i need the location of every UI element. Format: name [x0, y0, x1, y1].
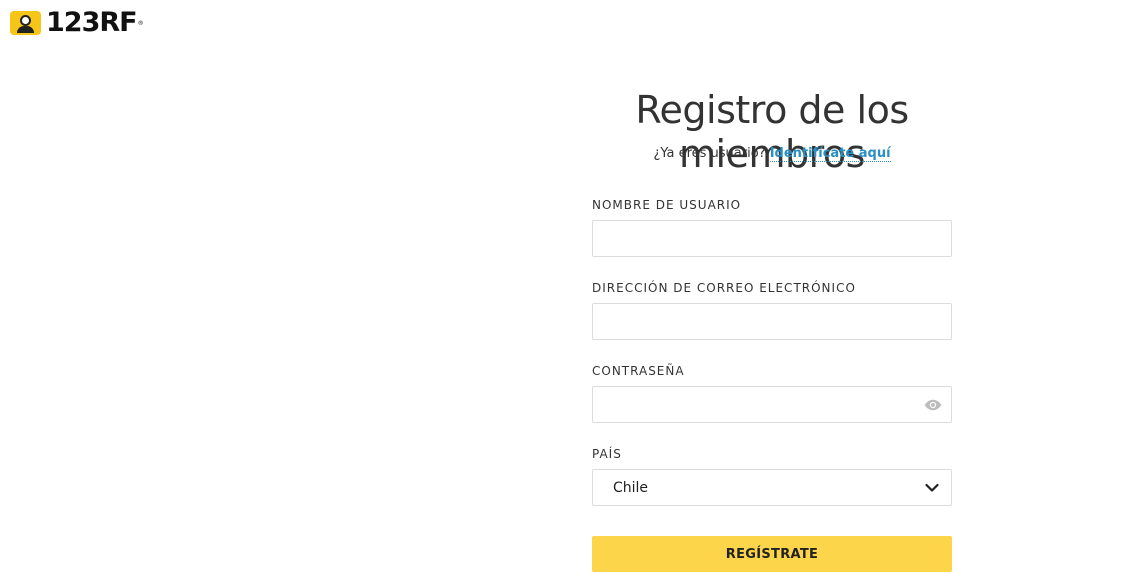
- logo-text: 123RF: [46, 7, 138, 38]
- username-group: NOMBRE DE USUARIO: [592, 196, 952, 257]
- logo[interactable]: 123RF ®: [10, 7, 144, 38]
- password-input[interactable]: [593, 387, 951, 422]
- email-group: DIRECCIÓN DE CORREO ELECTRÓNICO: [592, 279, 952, 340]
- email-input[interactable]: [593, 304, 951, 339]
- registered-mark: ®: [137, 19, 144, 27]
- country-select[interactable]: Chile: [592, 469, 952, 506]
- login-prompt: ¿Ya eres usuario? Identifícate aquí: [540, 146, 1004, 162]
- password-field-wrapper: [592, 386, 952, 423]
- email-field-wrapper: [592, 303, 952, 340]
- country-group: PAÍS Chile: [592, 445, 952, 506]
- country-label: PAÍS: [592, 447, 622, 461]
- logo-badge-icon: [10, 11, 41, 35]
- register-button[interactable]: REGÍSTRATE: [592, 536, 952, 572]
- registration-form: NOMBRE DE USUARIO DIRECCIÓN DE CORREO EL…: [592, 196, 952, 572]
- email-label: DIRECCIÓN DE CORREO ELECTRÓNICO: [592, 281, 856, 295]
- username-input[interactable]: [593, 221, 951, 256]
- password-label: CONTRASEÑA: [592, 364, 685, 378]
- login-prompt-text: ¿Ya eres usuario?: [653, 146, 766, 161]
- username-label: NOMBRE DE USUARIO: [592, 198, 742, 212]
- username-field-wrapper: [592, 220, 952, 257]
- login-link[interactable]: Identifícate aquí: [769, 146, 891, 162]
- chevron-down-icon: [925, 483, 939, 492]
- eye-icon[interactable]: [924, 398, 942, 412]
- country-selected-value: Chile: [613, 479, 649, 496]
- page-title: Registro de los miembros: [635, 88, 909, 176]
- password-group: CONTRASEÑA: [592, 362, 952, 423]
